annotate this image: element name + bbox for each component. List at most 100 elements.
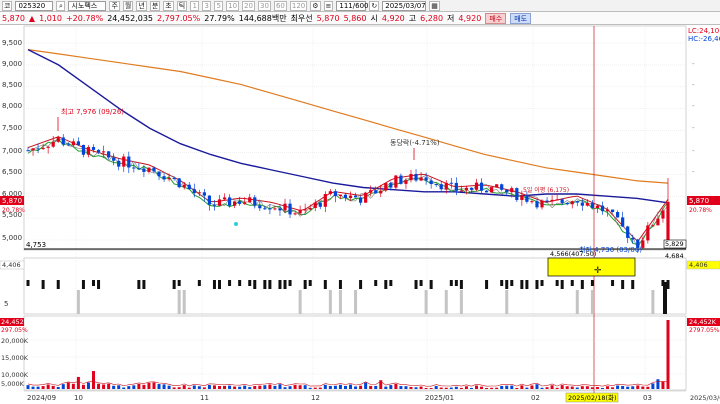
volume-bar [575, 387, 579, 389]
list-icon[interactable]: ≡ [323, 0, 334, 11]
code-prefix-button[interactable]: 코 [2, 0, 13, 11]
volume-bar [217, 386, 221, 389]
volume-bar [459, 387, 463, 389]
volume-bar [550, 385, 554, 389]
signal-bar [97, 280, 101, 289]
open-label: 시 [370, 13, 378, 23]
signal-gray-bar [424, 290, 428, 314]
refresh-icon[interactable]: ↻ [369, 0, 380, 11]
search-icon[interactable]: ⌕ [56, 0, 66, 11]
interval-button-120[interactable]: 120 [289, 0, 308, 11]
signal-bar [459, 280, 463, 289]
high-value: 6,280 [420, 13, 444, 23]
signal-bar [414, 280, 418, 289]
period-tab-month[interactable]: 월 [122, 0, 134, 11]
interval-button-60[interactable]: 60 [273, 0, 287, 11]
interval-button-5[interactable]: 5 [214, 0, 224, 11]
selection-box-label: 4,566(407.50) [550, 250, 596, 258]
signal-bar [303, 280, 307, 289]
signal-gray-bar [459, 290, 463, 314]
volume-tick: 10,000K [1, 371, 29, 379]
period-tab-second[interactable]: 초 [163, 0, 174, 11]
volume-bar [273, 385, 277, 389]
signal-bar [177, 280, 181, 286]
interval-button-10[interactable]: 10 [226, 0, 240, 11]
volume-bar [490, 387, 494, 389]
interval-button-20[interactable]: 20 [242, 0, 256, 11]
candle-body [207, 195, 212, 205]
left-level-text: 4,406 [2, 261, 21, 269]
candle-body [243, 202, 247, 204]
volume-bar [469, 387, 473, 389]
candle-body [631, 237, 635, 240]
signal-bar [323, 280, 327, 289]
price-tick: 8,500 [2, 81, 22, 89]
volume-bar [600, 388, 604, 389]
interval-button-1[interactable]: 1 [190, 0, 200, 11]
period-tab-tick[interactable]: 틱 [176, 0, 188, 11]
settings-gear-icon[interactable]: ⚙ [310, 0, 321, 11]
signal-bar [263, 280, 267, 289]
volume-bar [535, 384, 539, 389]
volume-bar [590, 387, 594, 389]
volume-bar [268, 384, 272, 389]
candle-body [444, 182, 448, 190]
volume-bar [354, 386, 358, 389]
volume-bar [641, 386, 645, 389]
interval-button-3[interactable]: 3 [202, 0, 212, 11]
candle-body [142, 168, 146, 172]
signal-bar [283, 280, 287, 289]
candle-body [500, 184, 504, 190]
mouse-cursor-icon: ✛ [594, 266, 602, 276]
period-tab-year[interactable]: 년 [136, 0, 147, 11]
candle-body [157, 171, 161, 177]
buy-button[interactable]: 매수 [485, 12, 507, 24]
volume-bar [419, 386, 423, 389]
volume-bar [611, 387, 615, 389]
signal-bar [359, 280, 363, 289]
volume-left-top: 24,452K [1, 318, 29, 326]
candle-body [469, 187, 474, 190]
candle-body [585, 203, 589, 206]
volume-bar [263, 385, 267, 389]
calendar-icon[interactable]: ▦ [429, 0, 440, 11]
candle-body [525, 195, 529, 202]
volume-bar [61, 384, 65, 389]
candle-body [278, 208, 282, 211]
trade-amount: 144,688백만 [238, 13, 287, 23]
candle-body [76, 141, 80, 145]
date-input[interactable]: 2025/03/07 [382, 0, 427, 11]
stock-chart[interactable]: 9,500 9,000 8,500 8,000 7,500 7,000 6,50… [0, 25, 720, 404]
volume-bar [404, 386, 408, 389]
candle-body [167, 177, 171, 180]
volume-bar [666, 320, 670, 389]
volume-bar [656, 379, 660, 389]
volume-bar [616, 385, 620, 389]
selection-box[interactable] [547, 257, 636, 277]
volume-bar [323, 384, 327, 389]
candle-body [233, 201, 237, 206]
signal-bar [142, 280, 146, 289]
volume-bar [394, 383, 398, 389]
signal-bar [56, 280, 60, 289]
price-panel [23, 25, 687, 251]
candle-body [490, 187, 494, 193]
candle-body [177, 178, 181, 188]
period-tab-minute[interactable]: 분 [149, 0, 161, 11]
volume-bar [580, 386, 584, 389]
period-tab-week[interactable]: 주 [109, 0, 120, 11]
candle-body [580, 202, 584, 206]
interval-button-30[interactable]: 30 [258, 0, 271, 11]
x-tick: 11 [200, 394, 209, 402]
candle-body [217, 199, 222, 206]
volume-bar [399, 386, 403, 389]
candle-body [605, 209, 610, 212]
stock-code-input[interactable]: 025320 [15, 0, 54, 11]
volume-bar [142, 384, 146, 389]
volume-bar [212, 385, 216, 389]
candle-body [127, 156, 131, 168]
volume-bar [313, 387, 317, 389]
sell-button[interactable]: 매도 [510, 12, 532, 24]
count-input[interactable]: 111/600 [336, 0, 368, 11]
volume-bar [414, 387, 418, 389]
